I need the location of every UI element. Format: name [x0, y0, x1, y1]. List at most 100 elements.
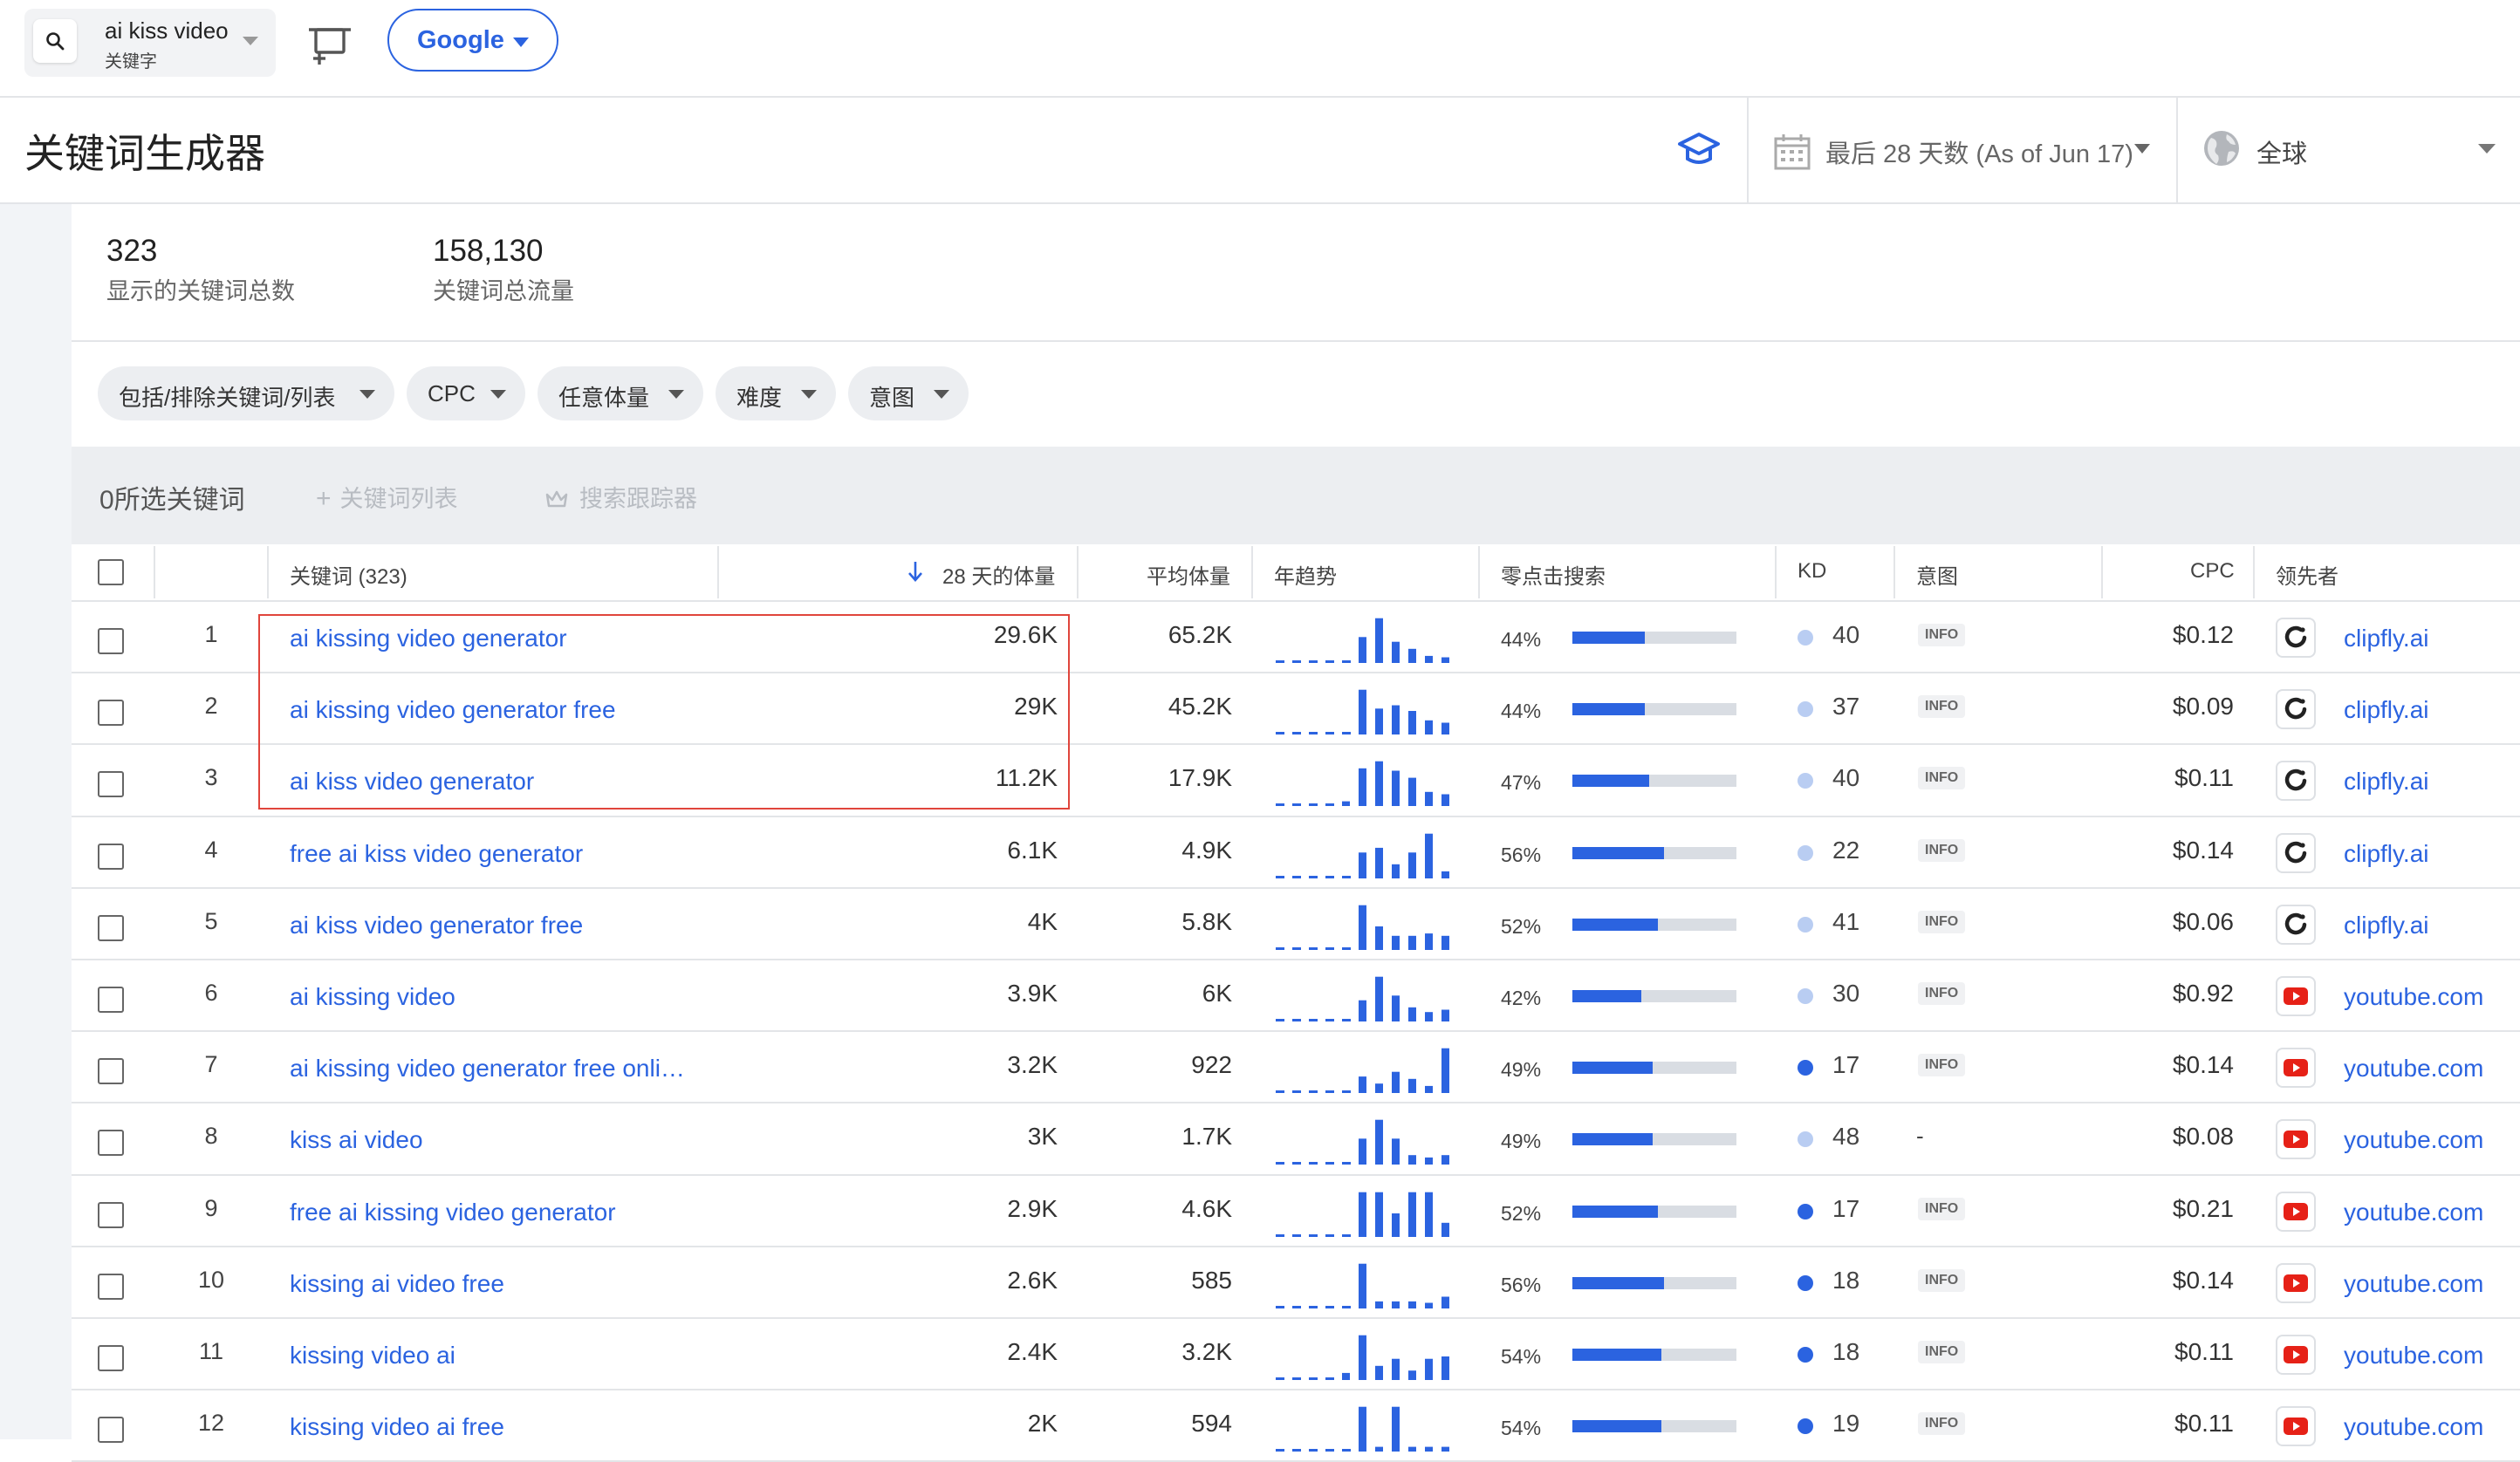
row-checkbox[interactable] — [98, 1201, 124, 1228]
keyword-link[interactable]: kiss ai video — [290, 1126, 423, 1154]
filter-difficulty[interactable]: 难度 — [716, 366, 836, 420]
add-to-keyword-list-button[interactable]: + 关键词列表 — [316, 480, 458, 514]
trend-bar — [1425, 1086, 1433, 1094]
row-checkbox[interactable] — [98, 987, 124, 1013]
trend-bar — [1342, 1162, 1351, 1165]
search-engine-dropdown[interactable]: Google — [387, 9, 558, 72]
trend-bar — [1425, 1358, 1433, 1380]
zero-click-bar-fill — [1572, 1276, 1665, 1289]
trend-bar — [1359, 1192, 1366, 1237]
trend-bar — [1309, 875, 1318, 878]
chevron-down-icon[interactable] — [243, 37, 258, 45]
rank-tracker-button[interactable]: 搜索跟踪器 — [544, 480, 697, 514]
trend-bar — [1359, 905, 1366, 950]
kd-indicator-dot — [1798, 1203, 1813, 1219]
add-to-list-icon[interactable] — [307, 21, 353, 66]
leader-domain-link[interactable]: youtube.com — [2344, 1126, 2483, 1154]
trend-bar — [1441, 1356, 1449, 1380]
leader-domain-link[interactable]: youtube.com — [2344, 1055, 2483, 1083]
keyword-link[interactable]: free ai kiss video generator — [290, 840, 583, 868]
date-range-label[interactable]: 最后 28 天数 (As of Jun 17) — [1825, 133, 2133, 170]
trend-bar — [1276, 875, 1284, 878]
zero-click-bar — [1572, 1349, 1736, 1361]
column-header-cpc[interactable]: CPC — [2190, 559, 2235, 584]
calendar-icon[interactable] — [1773, 133, 1811, 171]
sort-arrow-down-icon[interactable] — [907, 560, 923, 583]
region-label[interactable]: 全球 — [2256, 133, 2307, 170]
trend-bar — [1342, 1019, 1351, 1021]
leader-domain-link[interactable]: youtube.com — [2344, 1199, 2483, 1226]
table-row: 5 ai kiss video generator free 4K 5.8K 52% 41… — [0, 889, 2520, 960]
chevron-down-icon[interactable] — [2478, 144, 2496, 154]
keyword-search-box[interactable]: ai kiss video 关键字 — [24, 9, 276, 77]
trend-bar — [1309, 1019, 1318, 1021]
leader-domain-link[interactable]: clipfly.ai — [2344, 912, 2429, 939]
column-header-keyword[interactable]: 关键词 (323) — [290, 559, 407, 590]
row-number: 10 — [197, 1266, 225, 1293]
column-header-avg-volume[interactable]: 平均体量 — [1147, 559, 1230, 590]
leader-domain-link[interactable]: clipfly.ai — [2344, 840, 2429, 868]
keyword-link[interactable]: ai kiss video generator free — [290, 912, 583, 939]
leader-domain-link[interactable]: youtube.com — [2344, 1413, 2483, 1441]
avg-volume-value: 1.7K — [1181, 1123, 1232, 1151]
row-checkbox[interactable] — [98, 1273, 124, 1300]
trend-bar — [1408, 648, 1416, 663]
leader-domain-link[interactable]: youtube.com — [2344, 1342, 2483, 1370]
trend-bar — [1441, 1009, 1449, 1021]
leader-domain-link[interactable]: clipfly.ai — [2344, 625, 2429, 652]
row-number: 6 — [204, 980, 218, 1006]
filter-cpc[interactable]: CPC — [407, 366, 525, 420]
trend-bar — [1441, 722, 1449, 735]
intent-badge: INFO — [1918, 1054, 1966, 1077]
trend-sparkline — [1276, 1048, 1449, 1094]
trend-bar — [1375, 708, 1383, 735]
row-checkbox[interactable] — [98, 914, 124, 941]
column-header-intent: 意图 — [1916, 565, 1958, 589]
volume-28d-value: 2.9K — [1007, 1194, 1058, 1222]
graduation-cap-icon[interactable] — [1677, 131, 1721, 169]
filter-label: 意图 — [869, 385, 915, 411]
row-checkbox[interactable] — [98, 700, 124, 727]
row-checkbox[interactable] — [98, 1130, 124, 1157]
row-checkbox[interactable] — [98, 843, 124, 870]
table-row: 9 free ai kissing video generator 2.9K 4.6K… — [0, 1176, 2520, 1247]
search-button[interactable] — [33, 19, 77, 63]
column-header-zero-click[interactable]: 零点击搜索 — [1501, 559, 1606, 590]
keyword-link[interactable]: ai kissing video generator free onli… — [290, 1055, 685, 1083]
kd-indicator-dot — [1798, 1274, 1813, 1291]
chevron-down-icon — [934, 390, 949, 399]
leader-domain-link[interactable]: clipfly.ai — [2344, 768, 2429, 796]
leader-domain-link[interactable]: clipfly.ai — [2344, 696, 2429, 724]
column-header-volume-28d[interactable]: 28 天的体量 — [942, 559, 1055, 590]
leader-domain-link[interactable]: youtube.com — [2344, 983, 2483, 1011]
trend-bar — [1425, 833, 1433, 878]
avg-volume-value: 585 — [1191, 1266, 1232, 1294]
cpc-value: $0.12 — [2172, 621, 2234, 648]
keyword-link[interactable]: kissing ai video free — [290, 1270, 504, 1298]
trend-bar — [1342, 660, 1351, 663]
intent-badge: INFO — [1918, 910, 1966, 933]
column-header-kd[interactable]: KD — [1798, 559, 1826, 584]
row-checkbox[interactable] — [98, 628, 124, 654]
keyword-link[interactable]: free ai kissing video generator — [290, 1199, 616, 1226]
chevron-down-icon[interactable] — [2134, 144, 2150, 154]
keyword-link[interactable]: ai kissing video — [290, 983, 455, 1011]
cpc-value: $0.11 — [2174, 764, 2234, 792]
row-checkbox[interactable] — [98, 1345, 124, 1371]
stat-total-traffic-value: 158,130 — [433, 234, 544, 268]
row-checkbox[interactable] — [98, 771, 124, 798]
rank-tracker-label: 搜索跟踪器 — [579, 486, 697, 512]
intent-badge: INFO — [1918, 838, 1966, 862]
trend-sparkline — [1276, 1406, 1449, 1452]
youtube-icon — [2276, 1262, 2316, 1303]
globe-icon[interactable] — [2202, 129, 2241, 167]
filter-include-exclude[interactable]: 包括/排除关键词/列表 — [98, 366, 394, 420]
filter-intent[interactable]: 意图 — [848, 366, 969, 420]
volume-28d-value: 3.9K — [1007, 980, 1058, 1007]
row-checkbox[interactable] — [98, 1058, 124, 1085]
leader-domain-link[interactable]: youtube.com — [2344, 1270, 2483, 1298]
keyword-link[interactable]: kissing video ai — [290, 1342, 455, 1370]
select-all-checkbox[interactable] — [98, 559, 124, 585]
filter-volume[interactable]: 任意体量 — [538, 366, 703, 420]
keyword-link[interactable]: kissing video ai free — [290, 1413, 504, 1441]
